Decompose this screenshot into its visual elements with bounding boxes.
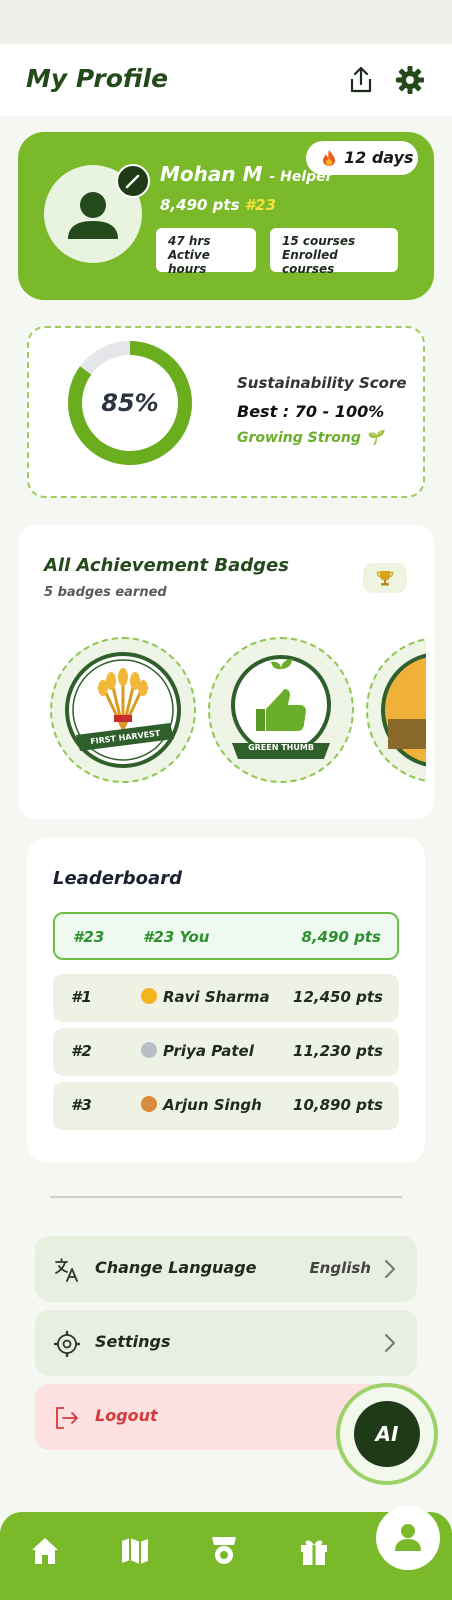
- badge-label: GREEN THUMB: [248, 743, 314, 752]
- leaderboard-points: 12,450 pts: [293, 988, 383, 1006]
- user-role: - Helper: [269, 169, 333, 185]
- settings-label: Settings: [95, 1332, 171, 1351]
- gift-icon[interactable]: [297, 1534, 331, 1568]
- divider: [50, 1196, 402, 1198]
- stat-value: 15 courses: [282, 234, 356, 248]
- leaderboard-rank: #1: [71, 988, 92, 1006]
- pencil-icon: [125, 174, 140, 189]
- current-language: English: [309, 1259, 371, 1277]
- gold-medal-icon: [141, 988, 157, 1004]
- user-name-text: Mohan M: [160, 162, 263, 186]
- home-icon[interactable]: [28, 1534, 62, 1568]
- leaderboard-row[interactable]: #3 Arjun Singh 10,890 pts: [53, 1082, 399, 1130]
- landscape-icon: [381, 653, 426, 767]
- stat-active-hours: 47 hrs Active hours: [156, 228, 256, 276]
- points-text: 8,490 pts: [160, 196, 240, 214]
- score-status: Growing Strong 🌱: [237, 430, 384, 446]
- badge-green-thumb[interactable]: GREEN THUMB: [208, 637, 354, 783]
- page-title: My Profile: [26, 64, 169, 93]
- badge-icon[interactable]: [207, 1534, 241, 1568]
- leaderboard-row-you[interactable]: #23 #23 You 8,490 pts: [53, 912, 399, 960]
- app-header: My Profile: [0, 44, 452, 116]
- leaderboard-name: #23 You: [143, 928, 210, 946]
- leaderboard-name: Arjun Singh: [163, 1096, 262, 1114]
- profile-icon: [395, 1524, 421, 1551]
- rank-text: #23: [244, 196, 277, 214]
- leaderboard-title: Leaderboard: [53, 868, 182, 889]
- stat-label: Enrolled courses: [282, 248, 338, 276]
- badge-landscape[interactable]: [366, 637, 426, 783]
- sustainability-score-card: 85% Sustainability Score Best : 70 - 100…: [27, 326, 425, 498]
- logout-label: Logout: [95, 1406, 158, 1425]
- silver-medal-icon: [141, 1042, 157, 1058]
- leaderboard-rank: #2: [71, 1042, 92, 1060]
- stat-enrolled-courses: 15 courses Enrolled courses: [270, 228, 398, 276]
- leaderboard-row[interactable]: #1 Ravi Sharma 12,450 pts: [53, 974, 399, 1022]
- leaderboard-name: Priya Patel: [163, 1042, 254, 1060]
- score-ring: 85%: [68, 341, 192, 465]
- ai-label: AI: [354, 1401, 420, 1467]
- stat-label: Active hours: [168, 248, 210, 276]
- badge-first-harvest[interactable]: FIRST HARVEST: [50, 637, 196, 783]
- change-language-label: Change Language: [95, 1258, 257, 1277]
- leaderboard-card: Leaderboard #23 #23 You 8,490 pts #1 Rav…: [27, 838, 425, 1162]
- gear-icon[interactable]: [394, 64, 426, 96]
- score-title: Sustainability Score: [237, 374, 407, 392]
- leaderboard-rank: #3: [71, 1096, 92, 1114]
- leaderboard-row[interactable]: #2 Priya Patel 11,230 pts: [53, 1028, 399, 1076]
- score-best: Best : 70 - 100%: [237, 402, 385, 421]
- badges-subtitle: 5 badges earned: [44, 585, 167, 600]
- chevron-right-icon: [385, 1334, 395, 1352]
- leaderboard-points: 10,890 pts: [293, 1096, 383, 1114]
- settings-gear-icon: [53, 1330, 81, 1358]
- badges-card: All Achievement Badges 5 badges earned F…: [18, 525, 434, 819]
- translate-icon: [55, 1258, 78, 1282]
- leaderboard-points: 11,230 pts: [293, 1042, 383, 1060]
- edit-avatar-button[interactable]: [116, 164, 150, 198]
- leaderboard-name-cell: Ravi Sharma: [141, 988, 270, 1006]
- user-name: Mohan M - Helper: [160, 162, 333, 186]
- thumbs-up-icon: [231, 655, 331, 759]
- ai-assistant-button[interactable]: AI: [336, 1383, 438, 1485]
- badge-carousel[interactable]: FIRST HARVEST GREEN THUMB: [50, 637, 426, 787]
- change-language-button[interactable]: Change Language English: [35, 1236, 417, 1302]
- leaderboard-rank: #23: [73, 928, 105, 946]
- wheat-icon: [65, 652, 181, 768]
- trophy-icon: [376, 571, 394, 586]
- bronze-medal-icon: [141, 1096, 157, 1112]
- streak-text: 12 days: [344, 148, 414, 167]
- chevron-right-icon: [385, 1260, 395, 1278]
- leaderboard-name-cell: Arjun Singh: [141, 1096, 262, 1114]
- score-value: 85%: [101, 389, 158, 417]
- logout-icon: [56, 1407, 78, 1429]
- badges-title: All Achievement Badges: [44, 555, 289, 576]
- leaderboard-name-cell: Priya Patel: [141, 1042, 254, 1060]
- share-icon[interactable]: [345, 64, 377, 96]
- settings-button[interactable]: Settings: [35, 1310, 417, 1376]
- bottom-navigation: [0, 1506, 452, 1600]
- trophy-button[interactable]: [363, 563, 407, 593]
- map-icon[interactable]: [118, 1534, 152, 1568]
- status-bar: [0, 0, 452, 44]
- profile-card: 12 days Mohan M - Helper 8,490 pts #23 4…: [18, 132, 434, 300]
- user-points: 8,490 pts #23: [160, 196, 276, 214]
- leaderboard-name: Ravi Sharma: [163, 988, 270, 1006]
- stat-value: 47 hrs: [168, 234, 211, 248]
- leaderboard-points: 8,490 pts: [301, 928, 381, 946]
- nav-profile-active[interactable]: [376, 1506, 440, 1570]
